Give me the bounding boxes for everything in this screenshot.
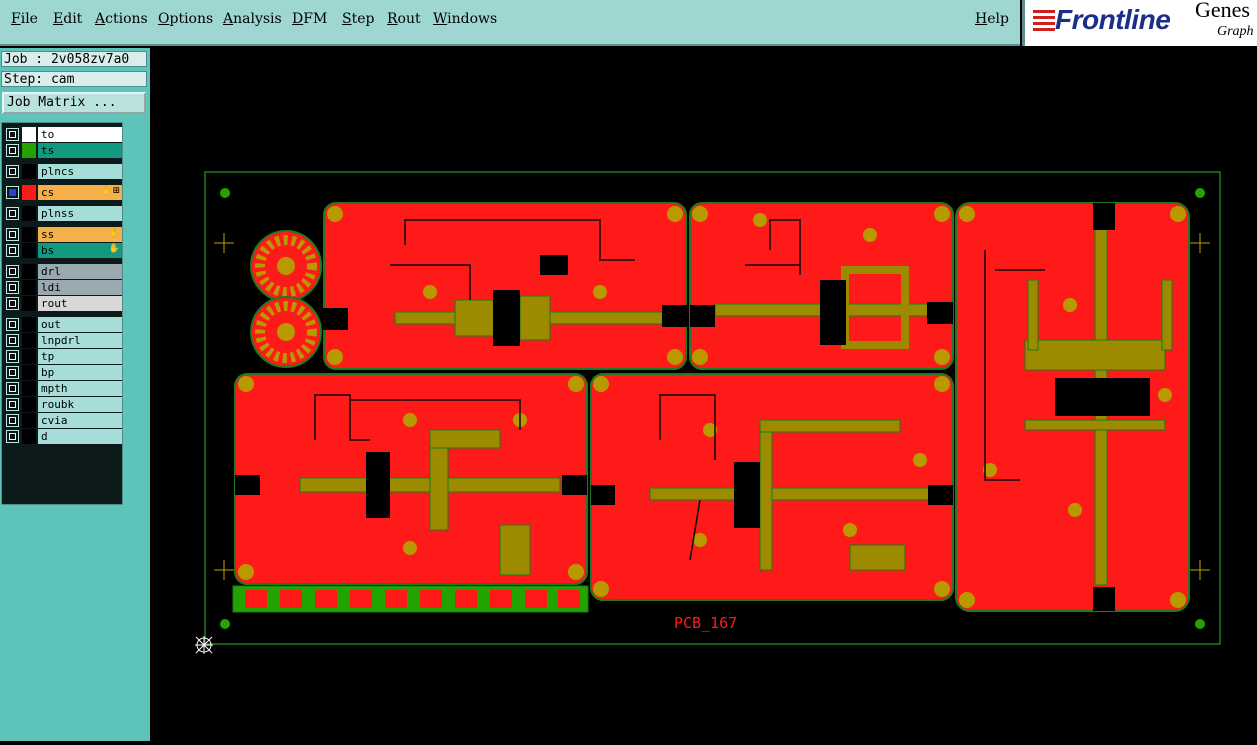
layer-checkbox[interactable] — [6, 186, 19, 199]
layer-color-swatch[interactable] — [22, 185, 36, 200]
layer-color-swatch[interactable] — [22, 296, 36, 311]
menu-analysis[interactable]: Analysis — [223, 11, 282, 27]
brand-logo-area: Frontline Genes Graph — [1022, 0, 1257, 46]
layer-row-plncs[interactable]: plncs — [4, 164, 122, 179]
layer-checkbox[interactable] — [6, 207, 19, 220]
menu-options[interactable]: Options — [158, 11, 213, 27]
brand-product: Genes — [1195, 0, 1250, 22]
layer-checkbox[interactable] — [6, 128, 19, 141]
layer-row-rout[interactable]: rout — [4, 296, 122, 311]
layer-checkbox[interactable] — [6, 350, 19, 363]
layer-color-swatch[interactable] — [22, 164, 36, 179]
layer-list: to ts plncs cs ✋⊞ plnss ss ✋ bs ✋ drl ldi rout out lnp… — [1, 122, 123, 505]
menu-help[interactable]: Help — [975, 11, 1009, 27]
layer-panel: Job : 2v058zv7a0 Step: cam Job Matrix ..… — [0, 48, 150, 741]
menu-dfm[interactable]: DFM — [292, 11, 327, 27]
layer-color-swatch[interactable] — [22, 349, 36, 364]
layer-name[interactable]: tp — [38, 349, 122, 364]
layer-checkbox[interactable] — [6, 398, 19, 411]
layer-name[interactable]: cvia — [38, 413, 122, 428]
layer-row-cvia[interactable]: cvia — [4, 413, 122, 428]
layer-name[interactable]: drl — [38, 264, 122, 279]
layer-checkbox[interactable] — [6, 265, 19, 278]
layer-row-roubk[interactable]: roubk — [4, 397, 122, 412]
layer-row-mpth[interactable]: mpth — [4, 381, 122, 396]
menu-windows[interactable]: Windows — [433, 11, 497, 27]
layer-row-out[interactable]: out — [4, 317, 122, 332]
layer-checkbox[interactable] — [6, 244, 19, 257]
menu-rout[interactable]: Rout — [387, 11, 421, 27]
board-label: PCB_167 — [674, 614, 737, 632]
round-connectors — [250, 230, 322, 368]
menu-actions[interactable]: Actions — [95, 11, 148, 27]
layer-hand-icon: ✋⊞ — [101, 186, 120, 196]
step-field: Step: cam — [1, 71, 147, 87]
layer-row-bs[interactable]: bs ✋ — [4, 243, 122, 258]
layer-name[interactable]: out — [38, 317, 122, 332]
layer-checkbox[interactable] — [6, 297, 19, 310]
brand-product-sub: Graph — [1217, 24, 1254, 39]
layer-checkbox[interactable] — [6, 281, 19, 294]
layer-row-drl[interactable]: drl — [4, 264, 122, 279]
layer-checkbox[interactable] — [6, 334, 19, 347]
layer-name[interactable]: bp — [38, 365, 122, 380]
layer-color-swatch[interactable] — [22, 143, 36, 158]
layer-color-swatch[interactable] — [22, 317, 36, 332]
layer-checkbox[interactable] — [6, 366, 19, 379]
menu-bar: File Edit Actions Options Analysis DFM S… — [0, 0, 1020, 46]
layer-checkbox[interactable] — [6, 144, 19, 157]
layer-name[interactable]: roubk — [38, 397, 122, 412]
layer-name[interactable]: ldi — [38, 280, 122, 295]
layer-hand-icon: ✋ — [108, 228, 120, 238]
job-matrix-button[interactable]: Job Matrix ... — [2, 92, 146, 114]
layer-name[interactable]: ts — [38, 143, 122, 158]
pcb-view: PCB_167 — [195, 171, 1221, 654]
brand-logo-text: Frontline — [1055, 4, 1171, 35]
layer-checkbox[interactable] — [6, 228, 19, 241]
layer-checkbox[interactable] — [6, 318, 19, 331]
layer-row-ts[interactable]: ts — [4, 143, 122, 158]
menu-edit[interactable]: Edit — [53, 11, 82, 27]
layer-color-swatch[interactable] — [22, 243, 36, 258]
layer-row-d[interactable]: d — [4, 429, 122, 444]
layer-row-plnss[interactable]: plnss — [4, 206, 122, 221]
layer-hand-icon: ✋ — [108, 244, 120, 254]
layer-name[interactable]: d — [38, 429, 122, 444]
layer-color-swatch[interactable] — [22, 264, 36, 279]
job-field: Job : 2v058zv7a0 — [1, 51, 147, 67]
layer-color-swatch[interactable] — [22, 397, 36, 412]
layer-color-swatch[interactable] — [22, 280, 36, 295]
layer-row-cs[interactable]: cs ✋⊞ — [4, 185, 122, 200]
layer-name[interactable]: to — [38, 127, 122, 142]
layer-row-bp[interactable]: bp — [4, 365, 122, 380]
origin-marker-icon — [195, 636, 213, 654]
layer-checkbox[interactable] — [6, 414, 19, 427]
menu-step[interactable]: Step — [342, 11, 374, 27]
layer-color-swatch[interactable] — [22, 381, 36, 396]
layer-color-swatch[interactable] — [22, 413, 36, 428]
layer-color-swatch[interactable] — [22, 127, 36, 142]
layer-name[interactable]: rout — [38, 296, 122, 311]
layer-name[interactable]: lnpdrl — [38, 333, 122, 348]
layer-checkbox[interactable] — [6, 165, 19, 178]
layer-checkbox[interactable] — [6, 382, 19, 395]
layer-row-lnpdrl[interactable]: lnpdrl — [4, 333, 122, 348]
layer-name[interactable]: mpth — [38, 381, 122, 396]
layer-checkbox[interactable] — [6, 430, 19, 443]
layer-color-swatch[interactable] — [22, 333, 36, 348]
layer-color-swatch[interactable] — [22, 429, 36, 444]
layer-color-swatch[interactable] — [22, 227, 36, 242]
graphic-canvas[interactable]: PCB_167 — [152, 48, 1257, 741]
layer-name[interactable]: plncs — [38, 164, 122, 179]
layer-row-tp[interactable]: tp — [4, 349, 122, 364]
layer-name[interactable]: plnss — [38, 206, 122, 221]
layer-color-swatch[interactable] — [22, 206, 36, 221]
layer-row-ldi[interactable]: ldi — [4, 280, 122, 295]
menu-file[interactable]: File — [11, 11, 38, 27]
layer-row-ss[interactable]: ss ✋ — [4, 227, 122, 242]
layer-row-to[interactable]: to — [4, 127, 122, 142]
layer-color-swatch[interactable] — [22, 365, 36, 380]
frontline-logo-icon — [1033, 10, 1055, 34]
